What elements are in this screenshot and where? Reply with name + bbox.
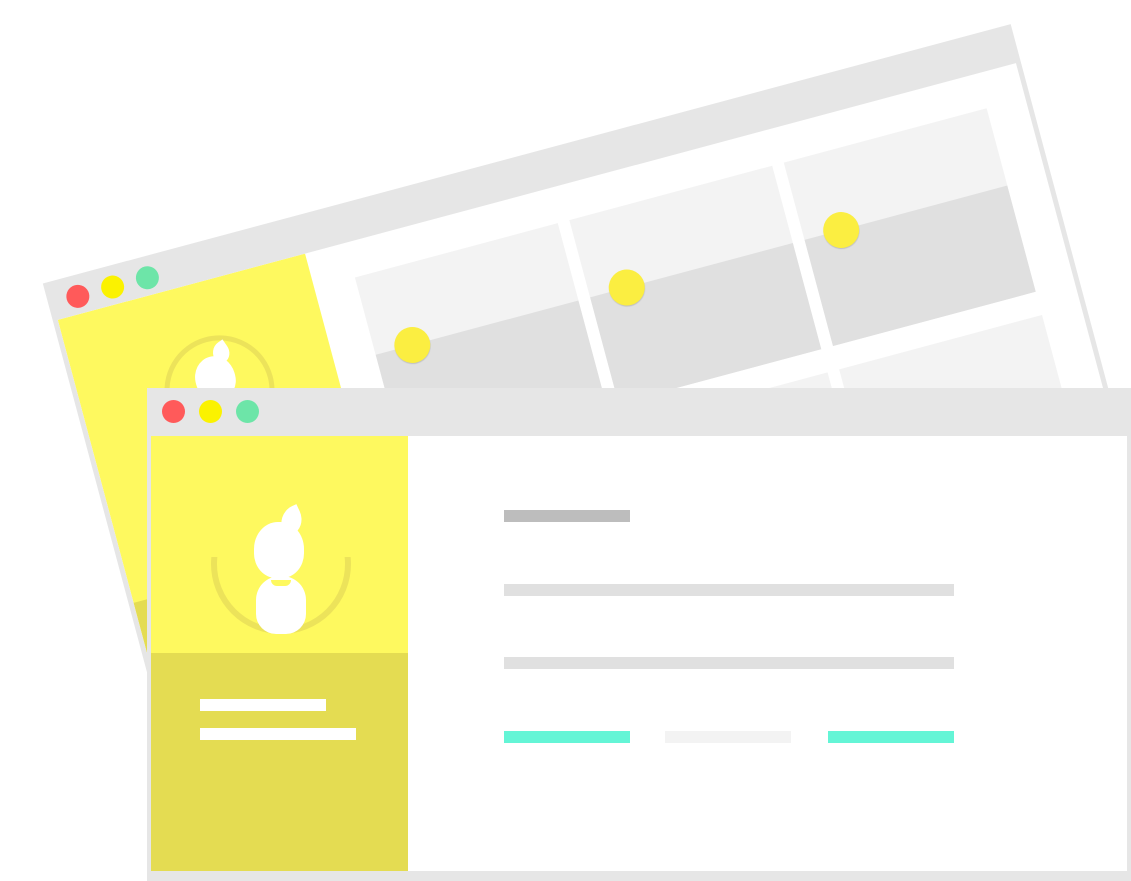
user-avatar-icon[interactable]	[241, 504, 321, 636]
sidebar-footer	[151, 653, 408, 871]
content-heading-line	[504, 510, 630, 522]
front-window-body	[151, 436, 1127, 871]
content-text-line	[504, 584, 954, 596]
front-browser-window	[147, 388, 1131, 881]
primary-action-button[interactable]	[504, 731, 630, 743]
card-image-area	[590, 242, 822, 404]
gallery-card[interactable]	[569, 165, 822, 404]
content-text-line	[504, 657, 954, 669]
maximize-dot-icon[interactable]	[133, 263, 162, 292]
front-window-titlebar	[147, 388, 1131, 436]
card-image-area	[804, 185, 1036, 347]
minimize-dot-icon[interactable]	[199, 400, 222, 423]
illustration	[0, 0, 1131, 881]
front-window-controls	[162, 400, 259, 423]
profile-sidebar	[151, 436, 408, 871]
secondary-action-button[interactable]	[665, 731, 791, 743]
sidebar-name-line	[200, 699, 326, 711]
tertiary-action-button[interactable]	[828, 731, 954, 743]
gallery-card[interactable]	[783, 108, 1036, 347]
sidebar-detail-line	[200, 728, 356, 740]
maximize-dot-icon[interactable]	[236, 400, 259, 423]
minimize-dot-icon[interactable]	[98, 272, 127, 302]
close-dot-icon[interactable]	[63, 282, 92, 311]
avatar-neck	[271, 580, 291, 586]
close-dot-icon[interactable]	[162, 400, 185, 423]
